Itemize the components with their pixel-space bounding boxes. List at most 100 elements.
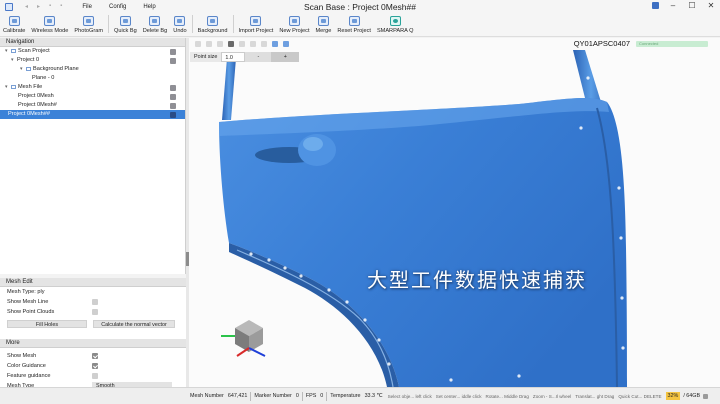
- show-mesh-checkbox[interactable]: [92, 353, 98, 359]
- visibility-eye-icon[interactable]: [170, 84, 176, 91]
- car-door-mesh[interactable]: [189, 38, 720, 387]
- tree-item-background-plane[interactable]: ▾ Background Plane: [0, 65, 185, 74]
- tree-item-project-0mesh[interactable]: Project 0Mesh: [0, 92, 185, 101]
- maximize-button[interactable]: ☐: [687, 1, 697, 10]
- visibility-eye-icon[interactable]: [170, 102, 176, 109]
- feature-guidance-checkbox[interactable]: [92, 373, 98, 379]
- photogram-icon: [83, 16, 95, 26]
- view-icon[interactable]: [250, 41, 256, 47]
- temperature: Temperature 33.3 ℃: [330, 393, 383, 399]
- back-icon[interactable]: ◂: [25, 3, 28, 10]
- color-guidance-checkbox[interactable]: [92, 363, 98, 369]
- show-mesh-line-row: Show Mesh Line: [0, 297, 186, 307]
- import-project-button[interactable]: Import Project: [236, 16, 277, 36]
- mesh-file-icon: [11, 84, 16, 89]
- delete-bg-button[interactable]: Delete Bg: [140, 16, 171, 36]
- minimize-button[interactable]: –: [668, 1, 678, 10]
- menu-help[interactable]: Help: [143, 4, 155, 10]
- device-id: QY01APSC0407: [573, 39, 630, 48]
- export-icon[interactable]: ▪: [60, 3, 62, 10]
- tree-item-scan-project[interactable]: ▾ Scan Project: [0, 47, 185, 56]
- tree-item-project-0mesh-1[interactable]: Project 0Mesh#: [0, 101, 185, 110]
- new-project-button[interactable]: New Project: [276, 16, 312, 36]
- visibility-eye-icon[interactable]: [170, 93, 176, 100]
- view-icon[interactable]: [206, 41, 212, 47]
- tree-item-plane-0[interactable]: Plane - 0: [0, 74, 185, 83]
- marker-number: Marker Number 0: [254, 393, 299, 399]
- orientation-cube[interactable]: [221, 320, 266, 357]
- quick-bg-icon: [119, 16, 131, 26]
- view-icon[interactable]: [195, 41, 201, 47]
- wireless-mode-button[interactable]: Wireless Mode: [28, 16, 71, 36]
- photogram-button[interactable]: PhotoGram: [71, 16, 106, 36]
- status-indicator-icon: [703, 393, 709, 399]
- view-icon[interactable]: [261, 41, 267, 47]
- calibrate-button[interactable]: Calibrate: [0, 16, 28, 36]
- hint-rotate: Rotate... Middle Drag: [485, 393, 529, 399]
- view-icon[interactable]: [217, 41, 223, 47]
- color-guidance-row: Color Guidance: [0, 361, 186, 371]
- menu-file[interactable]: File: [82, 4, 92, 10]
- 3d-viewport[interactable]: QY01APSC0407 Connected Point size 1.0 - …: [189, 38, 720, 387]
- calculate-normal-button[interactable]: Calculate the normal vector: [93, 320, 175, 328]
- visibility-eye-icon[interactable]: [170, 48, 176, 55]
- quick-bg-button[interactable]: Quick Bg: [111, 16, 140, 36]
- merge-icon: [317, 16, 329, 26]
- visibility-eye-icon[interactable]: [170, 111, 176, 118]
- fill-holes-button[interactable]: Fill Holes: [7, 320, 87, 328]
- title-bar: ◂ ▸ ▪ ▪ File Config Help Scan Base : Pro…: [0, 0, 720, 13]
- point-size-control: Point size 1.0 - +: [190, 52, 300, 62]
- save-icon[interactable]: ▪: [49, 3, 51, 10]
- disk-used: 32%: [665, 392, 681, 400]
- hint-quick-cut: Quick Cut... DELETE: [618, 393, 662, 399]
- more-header: More: [0, 339, 186, 348]
- tree-item-mesh-file[interactable]: ▾ Mesh File: [0, 83, 185, 92]
- show-point-clouds-checkbox[interactable]: [92, 309, 98, 315]
- point-size-decrease-button[interactable]: -: [245, 52, 272, 62]
- background-icon: [207, 16, 219, 26]
- point-size-input[interactable]: 1.0: [221, 52, 246, 62]
- close-button[interactable]: ✕: [706, 1, 716, 10]
- forward-icon[interactable]: ▸: [37, 3, 40, 10]
- view-icon[interactable]: [283, 41, 289, 47]
- reset-project-button[interactable]: Reset Project: [334, 16, 374, 36]
- fps: FPS 0: [305, 393, 324, 399]
- disk-total: / 64GB: [683, 393, 701, 399]
- mesh-edit-panel: Mesh Edit Mesh Type: ply Show Mesh Line …: [0, 278, 186, 340]
- user-avatar-icon[interactable]: [652, 2, 659, 9]
- tree-item-project-0[interactable]: ▾ Project 0: [0, 56, 185, 65]
- view-icon[interactable]: [272, 41, 278, 47]
- merge-button[interactable]: Merge: [313, 16, 335, 36]
- status-bar: Mesh Number 647,421 Marker Number 0 FPS 0 T…: [0, 387, 720, 404]
- plane-icon: [26, 66, 31, 71]
- navigation-panel: Navigation ▾ Scan Project ▾ Project 0 ▾ Bac…: [0, 38, 186, 274]
- reset-icon: [348, 16, 360, 26]
- view-icon[interactable]: [228, 41, 234, 47]
- undo-button[interactable]: Undo: [170, 16, 189, 36]
- show-point-clouds-row: Show Point Clouds: [0, 307, 186, 317]
- main-toolbar: Calibrate Wireless Mode PhotoGram Quick …: [0, 13, 720, 37]
- undo-icon: [174, 16, 186, 26]
- tree-item-project-0mesh-2[interactable]: Project 0Mesh##: [0, 110, 185, 119]
- scan-project-icon: [11, 48, 16, 53]
- hint-translate: Translat... ght Drag: [575, 393, 615, 399]
- hint-set-center: Set center... iddle click: [435, 393, 482, 399]
- app-logo-icon: [5, 2, 13, 11]
- disk-usage: 32% / 64GB: [665, 392, 704, 400]
- point-size-increase-button[interactable]: +: [271, 52, 300, 62]
- hint-select: Select obje... left click: [387, 393, 432, 399]
- show-mesh-row: Show Mesh: [0, 351, 186, 361]
- import-icon: [250, 16, 262, 26]
- mesh-edit-header: Mesh Edit: [0, 278, 186, 287]
- wireless-icon: [44, 16, 56, 26]
- view-icon[interactable]: [239, 41, 245, 47]
- smarpara-q-button[interactable]: SMARPARA Q: [374, 16, 417, 36]
- smarpara-logo-icon: [389, 16, 401, 26]
- visibility-eye-icon[interactable]: [170, 57, 176, 64]
- background-button[interactable]: Background: [195, 16, 231, 36]
- hint-zoom: Zoom - S...Il wheel: [532, 393, 572, 399]
- show-mesh-line-checkbox[interactable]: [92, 299, 98, 305]
- navigation-header: Navigation: [0, 38, 185, 47]
- mesh-number: Mesh Number 647,421: [190, 393, 248, 399]
- menu-config[interactable]: Config: [109, 4, 126, 10]
